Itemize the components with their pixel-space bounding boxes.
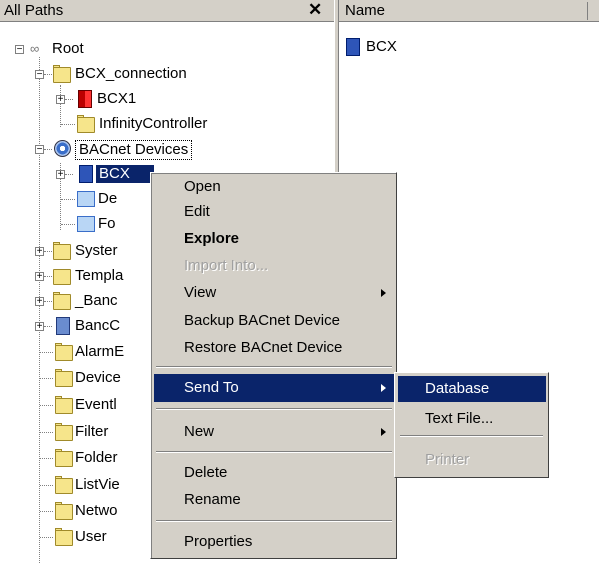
tree-item-label: BCX [96, 165, 154, 183]
submenu-arrow-icon [381, 384, 386, 392]
menu-separator [400, 435, 543, 437]
folder-icon [55, 371, 73, 387]
menu-item-backup-bacnet-device[interactable]: Backup BACnet Device [154, 307, 394, 335]
close-icon[interactable]: ✕ [308, 0, 322, 20]
menu-separator [156, 520, 392, 522]
tree-item-bcx1[interactable]: + BCX1 [0, 88, 334, 110]
send-to-submenu: Database Text File... Printer [394, 372, 549, 478]
collapse-icon[interactable]: − [35, 145, 44, 155]
expand-icon[interactable]: + [35, 322, 44, 332]
menu-item-delete[interactable]: Delete [154, 459, 394, 487]
tree-item-infinitycontroller[interactable]: InfinityController [0, 113, 334, 135]
context-menu: Open Edit Explore Import Into... View Ba… [150, 172, 397, 559]
menu-item-rename[interactable]: Rename [154, 486, 394, 514]
list-item-label: BCX [366, 38, 397, 55]
menu-item-explore[interactable]: Explore [154, 225, 394, 253]
folder-icon [55, 478, 73, 494]
column-header-name[interactable]: Name [345, 2, 385, 19]
tree-item-label: Root [52, 40, 84, 57]
tree-item-label: Syster [75, 242, 118, 259]
tree-item-root[interactable]: − ∞ Root [0, 38, 334, 60]
tree-item-bcx-connection[interactable]: − BCX_connection [0, 63, 334, 85]
submenu-item-database[interactable]: Database [398, 376, 546, 402]
bacnet-device-icon [79, 165, 93, 183]
folder-icon [55, 451, 73, 467]
expand-icon[interactable]: + [35, 297, 44, 307]
folder-icon [55, 398, 73, 414]
tree-item-label: AlarmE [75, 343, 125, 360]
submenu-arrow-icon [381, 428, 386, 436]
folder-icon [55, 425, 73, 441]
tree-item-label: Eventl [75, 396, 117, 413]
menu-item-properties[interactable]: Properties [154, 528, 394, 556]
controller-red-icon [78, 90, 92, 108]
expand-icon[interactable]: + [56, 170, 65, 180]
list-header: Name [339, 0, 599, 22]
tree-item-label: BACnet Devices [75, 140, 193, 160]
menu-item-label: New [184, 423, 215, 440]
tree-item-label: BancC [75, 317, 121, 334]
menu-item-label: Send To [184, 379, 239, 396]
collapse-icon[interactable]: − [35, 70, 44, 80]
folder-icon [55, 530, 73, 546]
bacnet-device-icon [346, 38, 360, 56]
tree-item-label: InfinityController [99, 115, 208, 132]
tree-item-label: Filter [75, 423, 109, 440]
menu-item-import-into: Import Into... [184, 257, 269, 274]
tree-item-bacnet-devices[interactable]: − BACnet Devices [0, 138, 334, 160]
menu-item-edit[interactable]: Edit [154, 198, 394, 226]
tree-item-label: BCX1 [97, 90, 137, 107]
tree-item-label: Folder [75, 449, 118, 466]
menu-item-label: View [184, 284, 217, 301]
tree-item-label: ListVie [75, 476, 120, 493]
tree-item-label: Templa [75, 267, 124, 284]
template-folder-icon [53, 269, 71, 285]
menu-item-view[interactable]: View [154, 279, 394, 307]
tree-item-label: De [98, 190, 118, 207]
folder-icon [77, 117, 95, 133]
expand-icon[interactable]: + [56, 95, 65, 105]
folder-icon [53, 67, 71, 83]
folder-icon [55, 504, 73, 520]
list-item-bcx[interactable]: BCX [344, 36, 594, 58]
folder-icon [55, 345, 73, 361]
expand-icon[interactable]: + [35, 247, 44, 257]
root-network-icon: ∞ [30, 41, 40, 56]
menu-item-restore-bacnet-device[interactable]: Restore BACnet Device [154, 334, 394, 362]
bank-device-icon [56, 317, 70, 335]
collapse-icon[interactable]: − [15, 45, 24, 55]
submenu-arrow-icon [381, 289, 386, 297]
folder-icon [53, 294, 71, 310]
menu-item-open[interactable]: Open [154, 173, 394, 201]
tree-item-label: User [75, 528, 107, 545]
menu-item-new[interactable]: New [154, 418, 394, 446]
submenu-item-printer: Printer [425, 451, 470, 468]
menu-separator [156, 408, 392, 410]
submenu-item-text-file[interactable]: Text File... [398, 406, 546, 432]
globe-network-icon [54, 140, 71, 157]
device-folder-icon [77, 191, 95, 207]
column-divider[interactable] [587, 2, 588, 20]
tree-pane-title: All Paths [4, 2, 64, 19]
tree-item-label: _Banc [75, 292, 118, 309]
tree-pane-header: All Paths ✕ [0, 0, 334, 22]
menu-separator [156, 366, 392, 368]
tree-item-label: BCX_connection [75, 65, 187, 82]
tree-item-label: Netwo [75, 502, 118, 519]
menu-item-send-to[interactable]: Send To [154, 374, 394, 402]
tree-item-label: Fo [98, 215, 116, 232]
expand-icon[interactable]: + [35, 272, 44, 282]
device-folder-icon [77, 216, 95, 232]
menu-separator [156, 451, 392, 453]
tree-item-label: Device [75, 369, 121, 386]
folder-icon [53, 244, 71, 260]
